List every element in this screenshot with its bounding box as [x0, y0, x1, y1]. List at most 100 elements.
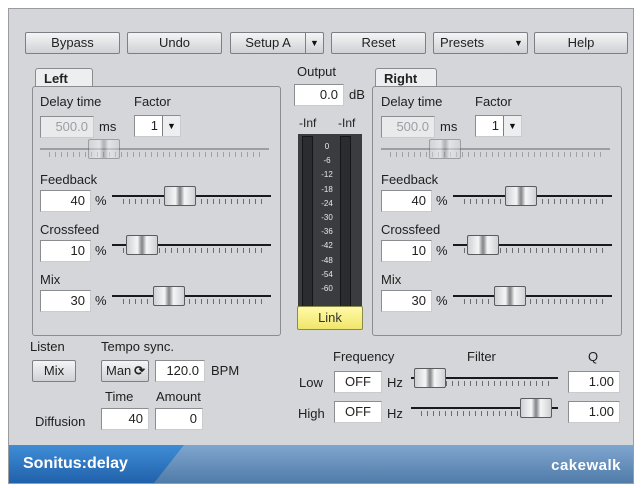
right-crossfeed-label: Crossfeed — [381, 222, 441, 237]
low-frequency-slider-thumb[interactable] — [413, 368, 446, 388]
output-unit: dB — [349, 87, 365, 102]
meter-scale-label: -30 — [321, 213, 333, 222]
meter-scale-label: -12 — [321, 170, 333, 180]
meter-scale-label: -60 — [321, 284, 333, 293]
reset-button[interactable]: Reset — [331, 32, 426, 54]
low-frequency-slider-ticks — [434, 381, 549, 386]
low-q-field[interactable]: 1.00 — [568, 371, 620, 393]
level-meter-left — [302, 136, 313, 310]
bpm-unit: BPM — [211, 363, 240, 378]
diffusion-time-field[interactable]: 40 — [101, 408, 149, 430]
presets-label: Presets — [440, 35, 485, 50]
left-crossfeed-slider-thumb[interactable] — [126, 235, 159, 255]
right-feedback-slider-thumb[interactable] — [505, 186, 537, 206]
listen-mix-button[interactable]: Mix — [32, 360, 76, 382]
tempo-sync-label: Tempo sync. — [101, 339, 174, 354]
left-crossfeed-field[interactable]: 10 — [40, 240, 91, 262]
chevron-down-icon[interactable]: ▼ — [305, 33, 323, 53]
left-factor-value: 1 — [150, 118, 158, 133]
right-mix-label: Mix — [381, 272, 402, 287]
meter-right-peak: -Inf — [338, 116, 356, 130]
output-level-field[interactable]: 0.0 — [294, 84, 344, 106]
right-crossfeed-slider-thumb[interactable] — [467, 235, 500, 255]
meter-scale-label: -42 — [321, 241, 333, 251]
tempo-mode-button[interactable]: Man ⟳ — [101, 360, 149, 382]
diffusion-label: Diffusion — [35, 414, 86, 429]
right-factor-select[interactable]: 1 ▼ — [475, 115, 522, 137]
plugin-name: Sonitus:delay — [23, 455, 128, 472]
right-delay-field[interactable]: 500.0 — [381, 116, 435, 138]
brand-logo: cakewalk — [551, 457, 621, 474]
high-frequency-slider-thumb[interactable] — [520, 398, 552, 418]
level-meter-right — [340, 136, 351, 310]
output-label: Output — [297, 64, 337, 79]
right-mix-percent: % — [436, 293, 448, 308]
right-crossfeed-percent: % — [436, 243, 448, 258]
left-delay-field[interactable]: 500.0 — [40, 116, 94, 138]
chevron-down-icon[interactable]: ▼ — [503, 116, 521, 136]
left-delay-slider-track[interactable] — [40, 148, 269, 150]
low-frequency-field[interactable]: OFF — [334, 371, 382, 393]
filter-label: Filter — [467, 349, 496, 364]
right-delay-unit: ms — [440, 119, 458, 134]
left-factor-label: Factor — [134, 94, 171, 109]
setup-label: Setup A — [245, 35, 291, 50]
link-button[interactable]: Link — [297, 306, 363, 330]
high-hz-unit: Hz — [387, 406, 403, 421]
bypass-button[interactable]: Bypass — [25, 32, 120, 54]
left-feedback-label: Feedback — [40, 172, 98, 187]
meter-scale-label: -36 — [321, 227, 333, 237]
right-factor-label: Factor — [475, 94, 512, 109]
right-mix-slider-thumb[interactable] — [493, 286, 526, 306]
left-factor-select[interactable]: 1 ▼ — [134, 115, 181, 137]
left-feedback-field[interactable]: 40 — [40, 190, 91, 212]
right-delay-label: Delay time — [381, 94, 443, 109]
left-crossfeed-percent: % — [95, 243, 107, 258]
tempo-mode-label: Man — [106, 363, 132, 378]
left-delay-label: Delay time — [40, 94, 102, 109]
tab-right: Right — [375, 68, 437, 88]
meter-scale-label: -54 — [321, 269, 333, 279]
chevron-down-icon[interactable]: ▼ — [510, 33, 527, 53]
left-mix-percent: % — [95, 293, 107, 308]
right-factor-value: 1 — [491, 118, 499, 133]
meter-scale-label: -6 — [323, 156, 331, 166]
meter-scale-label: -18 — [321, 184, 333, 194]
tab-left: Left — [35, 68, 93, 88]
meter-scale-label: -24 — [321, 198, 333, 208]
high-q-field[interactable]: 1.00 — [568, 401, 620, 423]
right-feedback-field[interactable]: 40 — [381, 190, 432, 212]
meter-scale-label: 0 — [324, 142, 330, 151]
chevron-down-icon[interactable]: ▼ — [162, 116, 180, 136]
right-mix-field[interactable]: 30 — [381, 290, 432, 312]
left-mix-slider-ticks — [123, 299, 263, 304]
bpm-field[interactable]: 120.0 — [155, 360, 205, 382]
right-mix-slider-track[interactable] — [453, 295, 612, 297]
right-mix-slider-ticks — [464, 299, 604, 304]
right-delay-slider-thumb[interactable] — [429, 139, 462, 159]
left-delay-slider-thumb[interactable] — [88, 139, 121, 159]
diffusion-amount-label: Amount — [156, 389, 201, 404]
high-frequency-field[interactable]: OFF — [334, 401, 382, 423]
diffusion-amount-field[interactable]: 0 — [155, 408, 203, 430]
left-mix-slider-track[interactable] — [112, 295, 271, 297]
setup-dropdown[interactable]: Setup A ▼ — [230, 32, 324, 54]
right-crossfeed-field[interactable]: 10 — [381, 240, 432, 262]
meter-left-peak: -Inf — [299, 116, 317, 130]
high-frequency-slider-ticks — [421, 411, 536, 416]
low-label: Low — [299, 375, 323, 390]
left-mix-label: Mix — [40, 272, 61, 287]
left-feedback-percent: % — [95, 193, 107, 208]
left-mix-slider-thumb[interactable] — [152, 286, 185, 306]
right-delay-slider-track[interactable] — [381, 148, 610, 150]
help-button[interactable]: Help — [534, 32, 628, 54]
diffusion-time-label: Time — [105, 389, 134, 404]
frequency-label: Frequency — [333, 349, 395, 364]
high-label: High — [298, 406, 325, 421]
footer-bar: Sonitus:delay cakewalk — [9, 445, 633, 483]
undo-button[interactable]: Undo — [127, 32, 222, 54]
presets-dropdown[interactable]: Presets ▼ — [433, 32, 528, 54]
left-feedback-slider-thumb[interactable] — [164, 186, 196, 206]
left-mix-field[interactable]: 30 — [40, 290, 91, 312]
meter-scale-label: -48 — [321, 255, 333, 265]
